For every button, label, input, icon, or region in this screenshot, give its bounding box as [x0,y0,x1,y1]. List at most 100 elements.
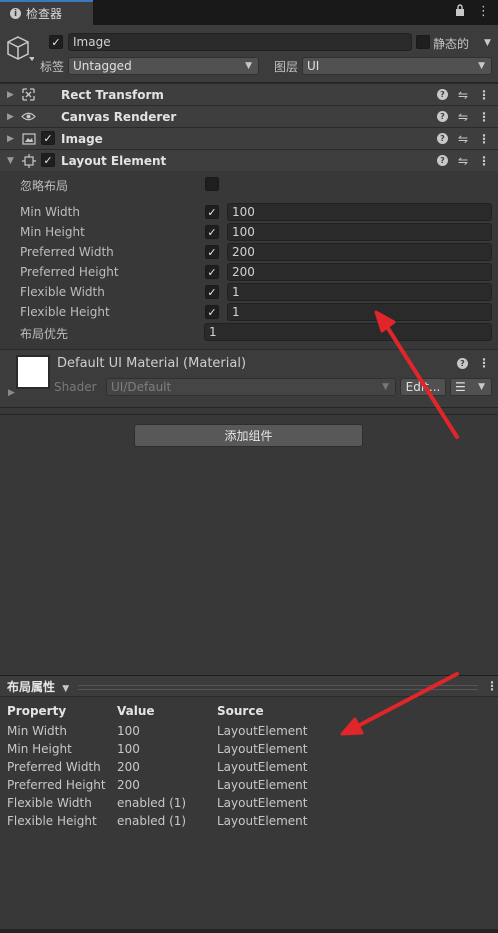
column-header-source: Source [217,704,264,718]
material-title: Default UI Material (Material) [57,356,247,371]
help-icon[interactable]: ? [436,111,448,122]
divider [0,414,498,415]
fold-arrow-icon[interactable]: ▶ [7,90,14,100]
component-title: Image [61,131,103,146]
kebab-menu-icon[interactable]: ⋮ [478,88,490,102]
cell-value: enabled (1) [117,814,187,828]
component-enabled-checkbox[interactable]: ✓ [41,153,55,167]
tab-title: 检查器 [26,7,63,21]
tag-value: Untagged [73,59,132,73]
cell-value: 200 [117,778,140,792]
component-image[interactable]: ▶ ✓ Image ? ⇋ ⋮ [0,127,498,149]
layer-dropdown[interactable]: UI ▼ [302,57,492,75]
active-checkbox[interactable]: ✓ [49,35,63,49]
material-actions: ? ⋮ [457,356,490,370]
component-canvas-renderer[interactable]: ▶ Canvas Renderer ? ⇋ ⋮ [0,105,498,127]
presets-icon[interactable]: ⇋ [458,132,468,146]
fold-arrow-expanded-icon[interactable]: ▼ [7,156,14,166]
kebab-menu-icon[interactable]: ⋮ [477,4,490,20]
cell-property: Min Width [7,724,67,738]
shader-value: UI/Default [111,380,172,394]
component-enabled-checkbox[interactable]: ✓ [41,131,55,145]
fold-arrow-icon[interactable]: ▶ [7,112,14,122]
min-width-checkbox[interactable]: ✓ [205,205,219,219]
component-title: Layout Element [61,153,167,168]
preferred-height-field[interactable]: 200 [227,263,492,281]
component-rect-transform[interactable]: ▶ Rect Transform ? ⇋ ⋮ [0,83,498,105]
shader-options-dropdown[interactable]: ☰ ▼ [450,378,492,396]
static-dropdown-icon[interactable]: ▼ [484,38,491,48]
edit-shader-button[interactable]: Edit... [400,378,446,396]
min-width-field[interactable]: 100 [227,203,492,221]
min-height-label: Min Height [20,225,85,239]
resize-handle[interactable] [78,685,478,690]
lock-icon[interactable] [455,4,465,20]
cell-source: LayoutElement [217,724,308,738]
component-title: Canvas Renderer [61,109,177,124]
tab-actions: ⋮ [455,4,490,20]
flexible-height-checkbox[interactable]: ✓ [205,305,219,319]
cell-value: 100 [117,724,140,738]
kebab-menu-icon[interactable]: ⋮ [478,154,490,168]
rect-transform-icon [21,87,36,102]
cell-source: LayoutElement [217,814,308,828]
presets-icon[interactable]: ⇋ [458,110,468,124]
cell-source: LayoutElement [217,778,308,792]
layout-properties-title-text: 布局属性 [7,680,56,694]
help-icon[interactable]: ? [436,89,448,100]
static-checkbox[interactable] [416,35,430,49]
kebab-menu-icon[interactable]: ⋮ [486,679,498,693]
tag-dropdown[interactable]: Untagged ▼ [68,57,259,75]
cell-value: 200 [117,760,140,774]
object-name-field[interactable]: Image [68,33,412,51]
cell-value: enabled (1) [117,796,187,810]
flexible-height-label: Flexible Height [20,305,110,319]
ignore-layout-checkbox[interactable] [205,177,219,191]
divider [0,407,498,408]
help-icon[interactable]: ? [457,357,468,369]
flexible-height-field[interactable]: 1 [227,303,492,321]
chevron-down-icon: ▼ [245,61,252,71]
bottom-border [0,929,498,933]
add-component-button[interactable]: 添加组件 [134,424,363,447]
preferred-height-checkbox[interactable]: ✓ [205,265,219,279]
inspector-tab[interactable]: i 检查器 [0,0,93,25]
cell-property: Preferred Width [7,760,101,774]
list-icon: ☰ [455,380,466,394]
layout-priority-field[interactable]: 1 [204,323,492,341]
preferred-width-field[interactable]: 200 [227,243,492,261]
eye-icon [21,109,36,124]
help-icon[interactable]: ? [436,133,448,144]
column-header-value: Value [117,704,155,718]
preferred-width-checkbox[interactable]: ✓ [205,245,219,259]
kebab-menu-icon[interactable]: ⋮ [478,132,490,146]
min-height-checkbox[interactable]: ✓ [205,225,219,239]
component-layout-element[interactable]: ▼ ✓ Layout Element ? ⇋ ⋮ [0,149,498,171]
help-icon[interactable]: ? [436,155,448,166]
material-preview-swatch[interactable] [16,355,50,389]
min-height-field[interactable]: 100 [227,223,492,241]
flexible-width-field[interactable]: 1 [227,283,492,301]
layout-properties-title[interactable]: 布局属性 ▼ [7,678,69,695]
presets-icon[interactable]: ⇋ [458,154,468,168]
cell-property: Min Height [7,742,72,756]
cell-source: LayoutElement [217,796,308,810]
gameobject-cube-icon [6,34,35,65]
layer-value: UI [307,59,320,73]
kebab-menu-icon[interactable]: ⋮ [478,110,490,124]
preferred-width-label: Preferred Width [20,245,114,259]
info-icon: i [10,8,21,19]
fold-arrow-icon[interactable]: ▶ [7,134,14,144]
tab-bar: i 检查器 ⋮ [0,0,498,25]
flexible-width-checkbox[interactable]: ✓ [205,285,219,299]
kebab-menu-icon[interactable]: ⋮ [478,356,490,370]
fold-arrow-icon[interactable]: ▶ [8,388,15,398]
min-width-label: Min Width [20,205,80,219]
static-label: 静态的 [433,37,470,51]
shader-dropdown[interactable]: UI/Default ▼ [106,378,396,396]
preferred-height-label: Preferred Height [20,265,119,279]
shader-label: Shader [54,380,97,394]
chevron-down-icon: ▼ [478,382,485,392]
flexible-width-label: Flexible Width [20,285,105,299]
presets-icon[interactable]: ⇋ [458,88,468,102]
